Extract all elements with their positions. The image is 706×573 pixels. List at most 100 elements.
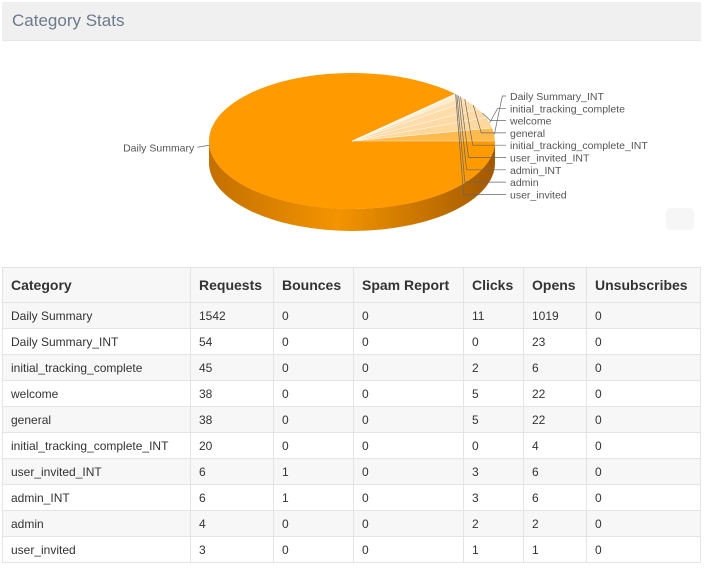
table-cell: 6 <box>523 458 587 485</box>
table-cell: 2 <box>463 510 524 537</box>
table-cell: 22 <box>523 380 587 407</box>
table-row: admin_INT 6 1 0 3 6 0 <box>2 484 701 511</box>
table-cell: 3 <box>190 536 274 563</box>
table-cell: 6 <box>523 354 587 381</box>
table-row: user_invited 3 0 0 1 1 0 <box>2 536 701 563</box>
pie-label-line <box>493 95 506 135</box>
table-cell: 0 <box>586 354 701 381</box>
table-cell: 0 <box>353 484 464 511</box>
table-cell: 38 <box>190 380 274 407</box>
table-cell: 11 <box>463 302 524 329</box>
column-header-requests[interactable]: Requests <box>190 267 274 303</box>
table-cell: 2 <box>463 354 524 381</box>
table-cell: 5 <box>463 406 524 433</box>
table-row: admin 4 0 0 2 2 0 <box>2 510 701 537</box>
table-cell: 6 <box>190 484 274 511</box>
chart-corner-watermark <box>666 208 694 230</box>
table-row: initial_tracking_complete_INT 20 0 0 0 4 0 <box>2 432 701 459</box>
table-cell: 1 <box>273 458 354 485</box>
column-header-clicks[interactable]: Clicks <box>463 267 524 303</box>
table-cell: 0 <box>463 432 524 459</box>
table-cell: 1 <box>523 536 587 563</box>
table-row: initial_tracking_complete 45 0 0 2 6 0 <box>2 354 701 381</box>
table-cell: 20 <box>190 432 274 459</box>
pie-label: welcome <box>509 116 552 128</box>
table-cell: 45 <box>190 354 274 381</box>
column-header-opens[interactable]: Opens <box>523 267 587 303</box>
table-cell: 0 <box>353 302 464 329</box>
column-header-bounces[interactable]: Bounces <box>273 267 354 303</box>
category-pie-chart: Daily Summary_INTinitial_tracking_comple… <box>123 73 648 231</box>
pie-label: Daily Summary_INT <box>510 91 605 103</box>
table-cell: 0 <box>353 380 464 407</box>
table-cell: 38 <box>190 406 274 433</box>
table-cell: 0 <box>586 510 701 537</box>
table-cell: 0 <box>273 328 354 355</box>
pie-label: admin <box>510 177 539 189</box>
table-cell: admin_INT <box>2 484 191 511</box>
table-cell: 0 <box>586 484 701 511</box>
pie-label: user_invited_INT <box>510 153 590 165</box>
table-row: Daily Summary 1542 0 0 11 1019 0 <box>2 302 701 329</box>
table-cell: 4 <box>190 510 274 537</box>
table-cell: admin <box>2 510 191 537</box>
table-cell: 2 <box>523 510 587 537</box>
pie-label: user_invited <box>510 189 567 201</box>
table-cell: 6 <box>523 484 587 511</box>
table-cell: 0 <box>353 328 464 355</box>
pie-label: Daily Summary <box>123 142 195 154</box>
page-header: Category Stats <box>2 2 701 41</box>
table-cell: initial_tracking_complete_INT <box>2 432 191 459</box>
table-body: Daily Summary 1542 0 0 11 1019 0 Daily Summary_… <box>2 302 701 563</box>
column-header-spam-report[interactable]: Spam Report <box>353 267 464 303</box>
table-cell: 0 <box>273 406 354 433</box>
table-cell: 1 <box>463 536 524 563</box>
table-cell: 0 <box>586 406 701 433</box>
table-cell: 0 <box>273 536 354 563</box>
pie-slices <box>208 73 496 210</box>
table-cell: 22 <box>523 406 587 433</box>
table-cell: 0 <box>586 432 701 459</box>
table-row: user_invited_INT 6 1 0 3 6 0 <box>2 458 701 485</box>
table-cell: 0 <box>273 302 354 329</box>
table-cell: initial_tracking_complete <box>2 354 191 381</box>
table-cell: general <box>2 406 191 433</box>
table-cell: 0 <box>586 380 701 407</box>
table-cell: Daily Summary_INT <box>2 328 191 355</box>
table-cell: 3 <box>463 484 524 511</box>
category-stats-table: Category Requests Bounces Spam Report Cl… <box>2 267 701 563</box>
table-cell: welcome <box>2 380 191 407</box>
table-cell: 0 <box>353 406 464 433</box>
table-cell: 54 <box>190 328 274 355</box>
table-cell: 1019 <box>523 302 587 329</box>
table-cell: 0 <box>353 536 464 563</box>
page-title: Category Stats <box>12 11 125 30</box>
table-cell: 5 <box>463 380 524 407</box>
table-cell: 6 <box>190 458 274 485</box>
table-cell: 0 <box>353 432 464 459</box>
column-header-unsubscribes[interactable]: Unsubscribes <box>586 267 701 303</box>
table-cell: 1 <box>273 484 354 511</box>
pie-label: initial_tracking_complete_INT <box>510 140 648 152</box>
column-header-category[interactable]: Category <box>2 267 191 303</box>
pie-label: admin_INT <box>510 165 562 177</box>
table-cell: 0 <box>273 380 354 407</box>
table-cell: 0 <box>273 510 354 537</box>
table-row: Daily Summary_INT 54 0 0 0 23 0 <box>2 328 701 355</box>
table-cell: 0 <box>273 432 354 459</box>
table-cell: 0 <box>586 302 701 329</box>
table-cell: 1542 <box>190 302 274 329</box>
table-cell: Daily Summary <box>2 302 191 329</box>
table-cell: user_invited <box>2 536 191 563</box>
table-cell: 4 <box>523 432 587 459</box>
pie-label-line <box>197 144 210 148</box>
table-cell: 0 <box>586 536 701 563</box>
pie-label: general <box>510 128 545 140</box>
table-row: general 38 0 0 5 22 0 <box>2 406 701 433</box>
table-cell: user_invited_INT <box>2 458 191 485</box>
table-header-row: Category Requests Bounces Spam Report Cl… <box>2 267 701 303</box>
pie-label: initial_tracking_complete <box>510 103 625 115</box>
table-cell: 0 <box>273 354 354 381</box>
table-cell: 0 <box>353 458 464 485</box>
table-cell: 23 <box>523 328 587 355</box>
